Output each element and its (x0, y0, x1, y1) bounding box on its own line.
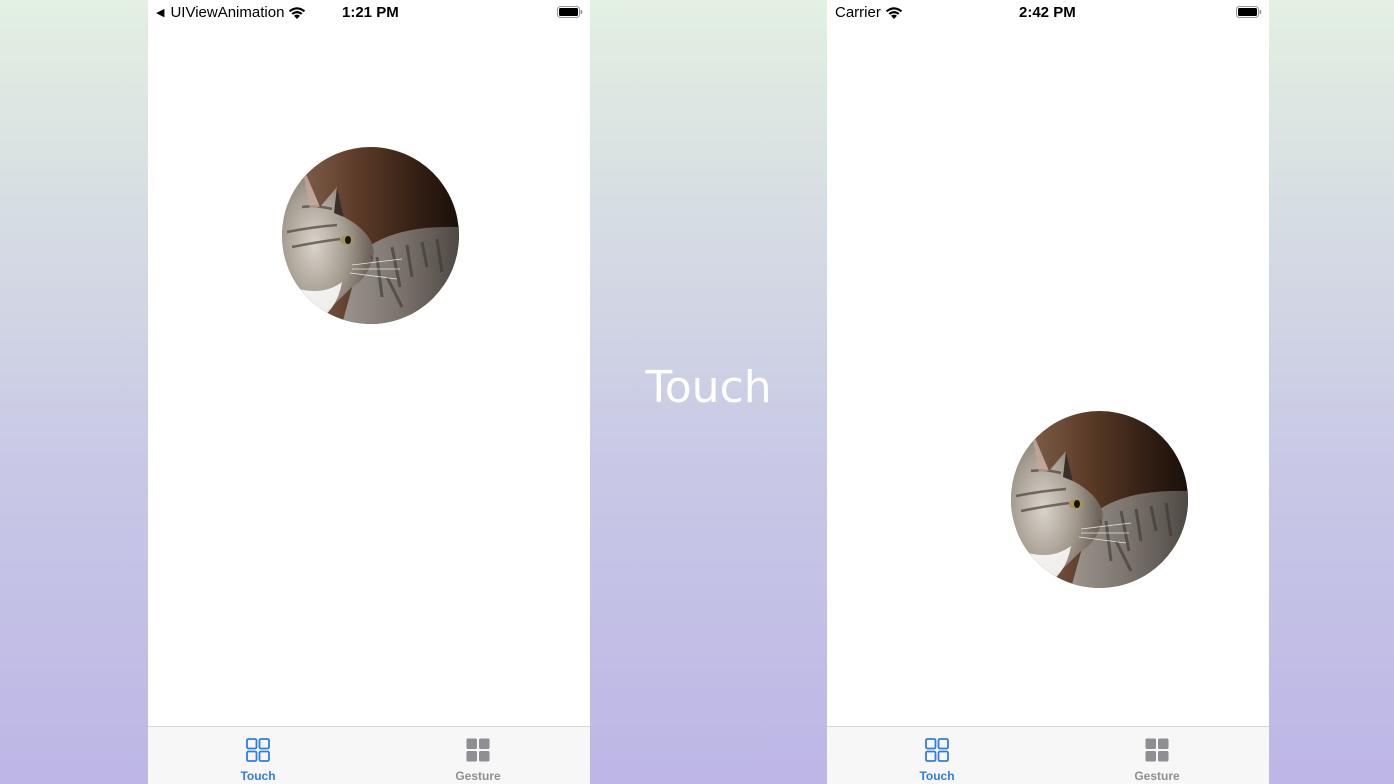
tab-gesture[interactable]: Gesture (1097, 727, 1217, 784)
status-time: 1:21 PM (342, 4, 399, 21)
back-app-label[interactable]: UIViewAnimation (170, 4, 284, 21)
battery-icon (1236, 6, 1262, 18)
battery-icon (557, 6, 583, 18)
tab-label: Gesture (1134, 769, 1180, 783)
phone-screen-right: Carrier 2:42 PM Touch Gesture (827, 0, 1269, 784)
cat-photo[interactable] (282, 147, 459, 324)
tab-touch[interactable]: Touch (877, 727, 997, 784)
status-bar: ◀ UIViewAnimation 1:21 PM (148, 0, 590, 24)
tab-bar: Touch Gesture (148, 726, 590, 784)
cat-photo[interactable] (1011, 411, 1188, 588)
grid-outline-icon (246, 738, 270, 762)
tab-touch[interactable]: Touch (198, 727, 318, 784)
caption-title: Touch (645, 362, 772, 413)
grid-filled-icon (1145, 738, 1169, 762)
tab-label: Gesture (455, 769, 501, 783)
tab-bar: Touch Gesture (827, 726, 1269, 784)
grid-filled-icon (466, 738, 490, 762)
status-time: 2:42 PM (1019, 4, 1076, 21)
grid-outline-icon (925, 738, 949, 762)
phone-screen-left: ◀ UIViewAnimation 1:21 PM Touch Gesture (148, 0, 590, 784)
back-triangle-icon[interactable]: ◀ (156, 6, 164, 19)
tab-label: Touch (240, 769, 276, 783)
status-bar: Carrier 2:42 PM (827, 0, 1269, 24)
tab-gesture[interactable]: Gesture (418, 727, 538, 784)
tab-label: Touch (919, 769, 955, 783)
wifi-icon (885, 6, 903, 19)
wifi-icon (288, 6, 306, 19)
carrier-label: Carrier (835, 4, 881, 21)
